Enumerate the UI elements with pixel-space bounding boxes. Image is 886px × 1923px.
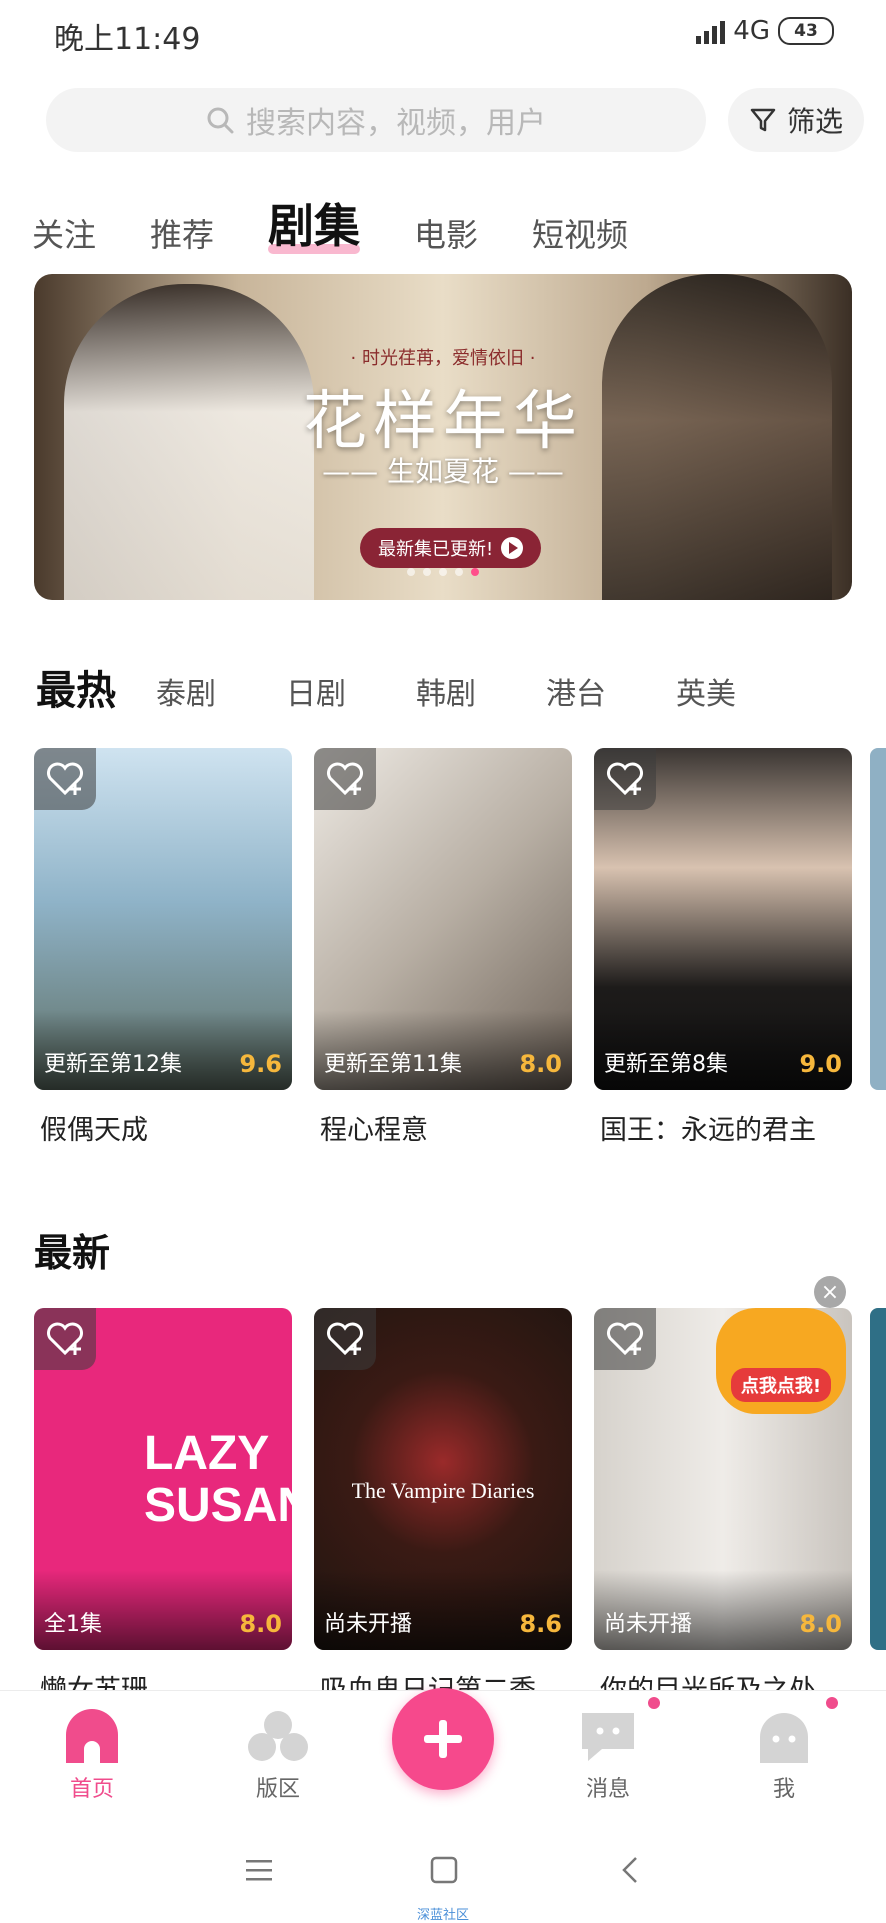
nav-me-label: 我 — [772, 1777, 795, 1802]
featured-banner[interactable]: · 时光荏苒，爱情依旧 · 花样年华 —— 生如夏花 —— 最新集已更新! — [34, 274, 852, 600]
favorite-add-icon[interactable] — [594, 748, 656, 810]
home-square-icon[interactable] — [430, 1856, 458, 1884]
rating-score: 8.0 — [519, 1050, 562, 1078]
category-hk-tw[interactable]: 港台 — [546, 669, 606, 713]
category-us-uk[interactable]: 英美 — [676, 669, 736, 713]
signal-icon — [696, 18, 726, 44]
nav-board-label: 版区 — [255, 1777, 300, 1802]
top-tabs: 关注 推荐 剧集 电影 短视频 — [32, 190, 628, 256]
tab-recommend[interactable]: 推荐 — [150, 210, 214, 256]
board-icon — [248, 1711, 308, 1761]
messages-badge — [648, 1697, 660, 1709]
episode-status: 尚未开播 — [604, 1612, 693, 1637]
filter-button[interactable]: 筛选 — [728, 88, 864, 152]
section-title-latest: 最新 — [34, 1231, 111, 1275]
rating-score: 9.6 — [239, 1050, 282, 1078]
filter-icon — [750, 108, 776, 132]
watermark: 深蓝社区 — [416, 1908, 469, 1923]
filter-label: 筛选 — [786, 105, 843, 138]
rating-score: 8.6 — [519, 1610, 562, 1638]
status-time: 晚上11:49 — [54, 22, 201, 57]
rating-score: 8.0 — [799, 1610, 842, 1638]
play-icon — [501, 537, 524, 559]
tab-movies[interactable]: 电影 — [414, 210, 478, 256]
episode-status: 更新至第8集 — [604, 1052, 728, 1077]
category-korean[interactable]: 韩剧 — [416, 669, 476, 713]
episode-status: 尚未开播 — [324, 1612, 413, 1637]
profile-icon — [760, 1713, 808, 1763]
episode-status: 全1集 — [44, 1612, 102, 1637]
category-hot[interactable]: 最热 — [36, 658, 116, 716]
menu-icon[interactable] — [246, 1858, 272, 1882]
poster-title-text: LAZY SUSAN — [144, 1427, 292, 1532]
series-title: 国王：永远的君主 — [600, 1115, 816, 1146]
banner-button-label: 最新集已更新! — [378, 539, 494, 560]
nav-messages[interactable]: 消息 — [548, 1707, 668, 1803]
rating-score: 9.0 — [799, 1050, 842, 1078]
hot-series-list: 更新至第12集 9.6 假偶天成 更新至第11集 8.0 程心程意 更新至第8集… — [34, 748, 852, 1147]
promo-label: 点我点我! — [730, 1368, 832, 1402]
nav-home[interactable]: 首页 — [32, 1707, 152, 1803]
banner-update-button[interactable]: 最新集已更新! — [360, 528, 542, 568]
category-thai[interactable]: 泰剧 — [156, 669, 216, 713]
rating-score: 8.0 — [239, 1610, 282, 1638]
favorite-add-icon[interactable] — [34, 748, 96, 810]
series-poster: The Vampire Diaries 尚未开播 8.6 — [314, 1308, 572, 1650]
banner-title: 花样年华 — [303, 385, 583, 459]
category-tabs: 最热 泰剧 日剧 韩剧 港台 英美 — [36, 658, 806, 716]
series-title: 假偶天成 — [40, 1115, 148, 1146]
next-card-peek — [870, 748, 886, 1090]
plus-icon — [424, 1720, 462, 1758]
create-post-button[interactable] — [392, 1688, 494, 1790]
network-label: 4G — [733, 16, 770, 46]
tab-follow[interactable]: 关注 — [32, 210, 96, 256]
series-card[interactable]: 更新至第11集 8.0 程心程意 — [314, 748, 572, 1147]
series-poster: LAZY SUSAN 全1集 8.0 — [34, 1308, 292, 1650]
series-card[interactable]: LAZY SUSAN 全1集 8.0 懒女苏珊 — [34, 1308, 292, 1707]
nav-me[interactable]: 我 — [724, 1707, 844, 1803]
episode-status: 更新至第12集 — [44, 1052, 182, 1077]
home-icon — [66, 1709, 118, 1763]
search-placeholder: 搜索内容，视频，用户 — [246, 106, 546, 141]
favorite-add-icon[interactable] — [34, 1308, 96, 1370]
episode-status: 更新至第11集 — [324, 1052, 462, 1077]
favorite-add-icon[interactable] — [314, 748, 376, 810]
favorite-add-icon[interactable] — [594, 1308, 656, 1370]
banner-subtitle: —— 生如夏花 —— — [322, 455, 564, 488]
battery-icon: 43 — [778, 17, 834, 45]
nav-home-label: 首页 — [69, 1777, 114, 1802]
me-badge — [826, 1697, 838, 1709]
nav-board[interactable]: 版区 — [218, 1707, 338, 1803]
poster-title-text: The Vampire Diaries — [351, 1478, 535, 1503]
tab-short-video[interactable]: 短视频 — [532, 210, 628, 256]
search-icon — [207, 107, 234, 134]
series-poster: 更新至第12集 9.6 — [34, 748, 292, 1090]
series-title: 程心程意 — [320, 1115, 428, 1146]
tab-series[interactable]: 剧集 — [268, 190, 361, 256]
next-card-peek — [870, 1308, 886, 1650]
series-card[interactable]: The Vampire Diaries 尚未开播 8.6 吸血鬼日记第二季 — [314, 1308, 572, 1707]
banner-pagination — [34, 568, 852, 576]
close-icon[interactable]: × — [814, 1276, 846, 1308]
nav-messages-label: 消息 — [585, 1777, 630, 1802]
series-card[interactable]: 更新至第12集 9.6 假偶天成 — [34, 748, 292, 1147]
status-indicators: 4G 43 — [696, 16, 834, 46]
back-icon[interactable] — [620, 1856, 640, 1884]
banner-tagline: · 时光荏苒，爱情依旧 · — [350, 348, 536, 369]
series-card[interactable]: 更新至第8集 9.0 国王：永远的君主 — [594, 748, 852, 1147]
message-icon — [582, 1713, 634, 1761]
series-poster: 更新至第11集 8.0 — [314, 748, 572, 1090]
search-bar[interactable]: 搜索内容，视频，用户 — [46, 88, 706, 152]
promo-floating-button[interactable]: 点我点我! — [716, 1308, 846, 1414]
category-japanese[interactable]: 日剧 — [286, 669, 346, 713]
series-poster: 更新至第8集 9.0 — [594, 748, 852, 1090]
favorite-add-icon[interactable] — [314, 1308, 376, 1370]
